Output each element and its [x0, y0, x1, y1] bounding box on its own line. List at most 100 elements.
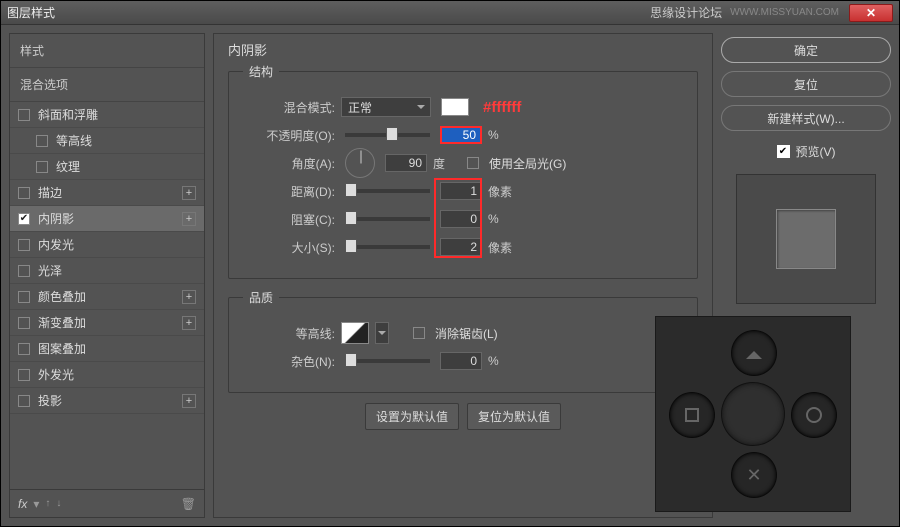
- add-instance-icon[interactable]: +: [182, 290, 196, 304]
- style-label: 渐变叠加: [38, 314, 182, 331]
- style-label: 内发光: [38, 236, 196, 253]
- noise-slider[interactable]: [345, 359, 430, 363]
- style-checkbox[interactable]: [18, 369, 30, 381]
- contour-label: 等高线:: [243, 325, 335, 342]
- structure-legend: 结构: [243, 63, 279, 80]
- layer-style-dialog: 图层样式 思缘设计论坛 WWW.MISSYUAN.COM ✕ 样式 混合选项 斜…: [0, 0, 900, 527]
- forum-label: 思缘设计论坛: [650, 4, 722, 21]
- angle-label: 角度(A):: [243, 155, 335, 172]
- effect-title: 内阴影: [228, 40, 698, 59]
- quality-group: 品质 等高线: 消除锯齿(L) 杂色(N): 0 %: [228, 289, 698, 393]
- blend-mode-select[interactable]: 正常: [341, 97, 431, 117]
- distance-input[interactable]: 1: [440, 182, 482, 200]
- style-label: 斜面和浮雕: [38, 106, 196, 123]
- add-instance-icon[interactable]: +: [182, 212, 196, 226]
- cancel-button[interactable]: 复位: [721, 71, 891, 97]
- fx-icon[interactable]: fx: [18, 497, 27, 511]
- antialias-checkbox[interactable]: [413, 327, 425, 339]
- style-row-9[interactable]: 图案叠加: [10, 336, 204, 362]
- circle-icon: [806, 407, 822, 423]
- style-label: 颜色叠加: [38, 288, 182, 305]
- new-style-button[interactable]: 新建样式(W)...: [721, 105, 891, 131]
- preview-box: [736, 174, 876, 304]
- square-icon: [685, 408, 699, 422]
- dpad-triangle-button[interactable]: [732, 331, 776, 375]
- make-default-button[interactable]: 设置为默认值: [365, 403, 459, 430]
- style-row-7[interactable]: 颜色叠加+: [10, 284, 204, 310]
- noise-label: 杂色(N):: [243, 353, 335, 370]
- choke-input[interactable]: 0: [440, 210, 482, 228]
- preview-checkbox[interactable]: ✔: [777, 145, 790, 158]
- site-label: WWW.MISSYUAN.COM: [730, 7, 839, 18]
- arrow-up-icon[interactable]: ↑: [45, 498, 50, 509]
- style-row-2[interactable]: 纹理: [10, 154, 204, 180]
- style-label: 光泽: [38, 262, 196, 279]
- choke-label: 阻塞(C):: [243, 211, 335, 228]
- close-button[interactable]: ✕: [849, 4, 893, 22]
- angle-input[interactable]: 90: [385, 154, 427, 172]
- style-row-11[interactable]: 投影+: [10, 388, 204, 414]
- style-label: 外发光: [38, 366, 196, 383]
- window-title: 图层样式: [7, 4, 650, 21]
- color-annotation: #ffffff: [483, 99, 521, 116]
- style-row-3[interactable]: 描边+: [10, 180, 204, 206]
- angle-dial[interactable]: [345, 148, 375, 178]
- style-label: 等高线: [56, 132, 196, 149]
- style-row-5[interactable]: 内发光: [10, 232, 204, 258]
- quality-legend: 品质: [243, 289, 279, 306]
- opacity-slider[interactable]: [345, 133, 430, 137]
- reset-default-button[interactable]: 复位为默认值: [467, 403, 561, 430]
- trash-icon[interactable]: 🗑: [181, 497, 196, 511]
- angle-unit: 度: [433, 155, 445, 172]
- style-checkbox[interactable]: [18, 291, 30, 303]
- structure-group: 结构 混合模式: 正常 #ffffff 不透明度(O): 50 % 角度(A):…: [228, 63, 698, 279]
- dpad-circle-button[interactable]: [792, 393, 836, 437]
- style-checkbox[interactable]: [18, 239, 30, 251]
- antialias-label: 消除锯齿(L): [435, 325, 498, 342]
- chevron-down-icon[interactable]: ▾: [33, 497, 39, 511]
- distance-slider[interactable]: [345, 189, 430, 193]
- style-checkbox[interactable]: [36, 135, 48, 147]
- dpad-cross-button[interactable]: ✕: [732, 453, 776, 497]
- style-row-0[interactable]: 斜面和浮雕: [10, 102, 204, 128]
- style-checkbox[interactable]: [18, 213, 30, 225]
- ok-button[interactable]: 确定: [721, 37, 891, 63]
- style-row-6[interactable]: 光泽: [10, 258, 204, 284]
- contour-picker[interactable]: [341, 322, 369, 344]
- style-checkbox[interactable]: [18, 343, 30, 355]
- preview-swatch: [776, 209, 836, 269]
- titlebar[interactable]: 图层样式 思缘设计论坛 WWW.MISSYUAN.COM ✕: [1, 1, 899, 25]
- dpad-square-button[interactable]: [670, 393, 714, 437]
- choke-slider[interactable]: [345, 217, 430, 221]
- add-instance-icon[interactable]: +: [182, 394, 196, 408]
- styles-footer: fx ▾ ↑ ↓ 🗑: [10, 489, 204, 517]
- styles-header[interactable]: 样式: [10, 34, 204, 68]
- style-row-1[interactable]: 等高线: [10, 128, 204, 154]
- size-slider[interactable]: [345, 245, 430, 249]
- style-checkbox[interactable]: [18, 187, 30, 199]
- opacity-unit: %: [488, 128, 499, 142]
- add-instance-icon[interactable]: +: [182, 316, 196, 330]
- style-checkbox[interactable]: [18, 317, 30, 329]
- style-label: 纹理: [56, 158, 196, 175]
- style-checkbox[interactable]: [18, 395, 30, 407]
- style-checkbox[interactable]: [36, 161, 48, 173]
- blending-options-header[interactable]: 混合选项: [10, 68, 204, 102]
- styles-panel: 样式 混合选项 斜面和浮雕等高线纹理描边+内阴影+内发光光泽颜色叠加+渐变叠加+…: [9, 33, 205, 518]
- style-row-4[interactable]: 内阴影+: [10, 206, 204, 232]
- style-row-8[interactable]: 渐变叠加+: [10, 310, 204, 336]
- contour-dropdown[interactable]: [375, 322, 389, 344]
- style-row-10[interactable]: 外发光: [10, 362, 204, 388]
- color-swatch[interactable]: [441, 98, 469, 116]
- style-label: 投影: [38, 392, 182, 409]
- style-checkbox[interactable]: [18, 109, 30, 121]
- arrow-down-icon[interactable]: ↓: [56, 498, 61, 509]
- style-checkbox[interactable]: [18, 265, 30, 277]
- noise-input[interactable]: 0: [440, 352, 482, 370]
- global-light-checkbox[interactable]: [467, 157, 479, 169]
- distance-label: 距离(D):: [243, 183, 335, 200]
- opacity-input[interactable]: 50: [440, 126, 482, 144]
- size-label: 大小(S):: [243, 239, 335, 256]
- size-input[interactable]: 2: [440, 238, 482, 256]
- add-instance-icon[interactable]: +: [182, 186, 196, 200]
